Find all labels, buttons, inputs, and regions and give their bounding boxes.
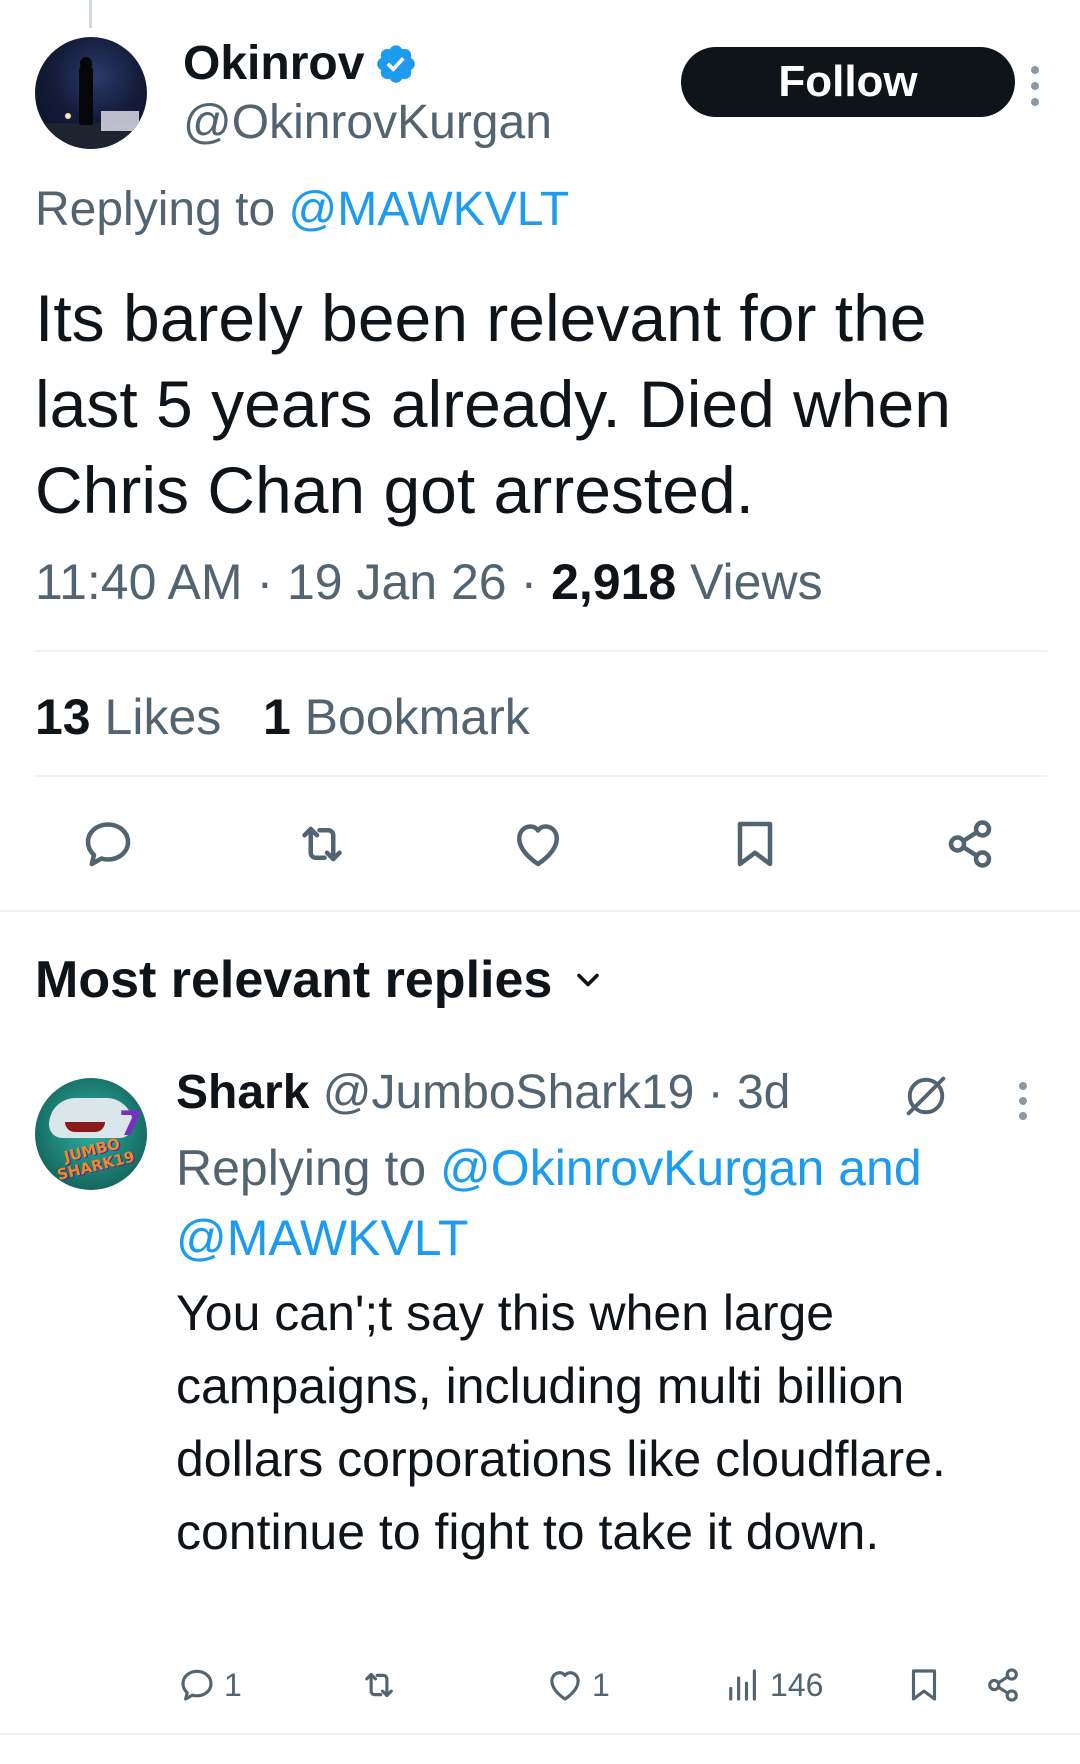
reply-views-button[interactable]: 146 xyxy=(722,1660,823,1710)
replies-title: Most relevant replies xyxy=(35,951,553,1009)
tweet-action-bar xyxy=(0,810,1080,882)
reply-text: You can';t say this when large campaigns… xyxy=(176,1285,946,1560)
divider xyxy=(35,775,1047,777)
divider xyxy=(0,910,1080,912)
heart-icon xyxy=(550,1671,580,1701)
reply-replying-to-line: Replying to @OkinrovKurgan and @MAWKVLT xyxy=(176,1133,1056,1273)
main-tweet-header: Okinrov @OkinrovKurgan Follow xyxy=(35,32,1045,162)
tweet-meta: 11:40 AM · 19 Jan 26 · 2,918 Views xyxy=(35,550,823,614)
replying-to-label: Replying to xyxy=(176,1140,441,1196)
more-vertical-icon[interactable] xyxy=(1020,56,1050,116)
meta-separator: · xyxy=(506,554,552,610)
reply-author-handle[interactable]: @JumboShark19 xyxy=(323,1066,695,1119)
more-vertical-icon[interactable] xyxy=(1008,1076,1038,1126)
reply-author-name[interactable]: Shark xyxy=(176,1066,309,1119)
grok-icon[interactable] xyxy=(900,1070,952,1122)
bookmark-icon[interactable] xyxy=(725,814,785,874)
views-count: 2,918 xyxy=(551,554,677,610)
bookmarks-label[interactable]: Bookmark xyxy=(305,689,530,745)
chevron-down-icon xyxy=(577,973,600,987)
divider xyxy=(0,1733,1080,1735)
avatar[interactable] xyxy=(35,37,147,149)
thread-connector-line xyxy=(89,0,92,28)
avatar-logo-text: JUMBO SHARK19 xyxy=(46,1132,141,1185)
views-label: Views xyxy=(690,554,823,610)
replies-sort-selector[interactable]: Most relevant replies xyxy=(35,945,606,1015)
author-display-name[interactable]: Okinrov xyxy=(183,36,364,92)
likes-count[interactable]: 13 xyxy=(35,689,91,745)
follow-button[interactable]: Follow xyxy=(681,47,1015,117)
repost-icon[interactable] xyxy=(292,814,352,874)
reply-repost-button[interactable] xyxy=(358,1660,400,1710)
meta-separator: · xyxy=(694,1066,737,1119)
replying-to-mention[interactable]: @MAWKVLT xyxy=(288,183,569,236)
divider xyxy=(35,650,1047,652)
reply-bookmark-button[interactable] xyxy=(903,1660,945,1710)
reply-share-button[interactable] xyxy=(982,1660,1024,1710)
reply-age[interactable]: 3d xyxy=(737,1066,790,1119)
reply-reply-button[interactable]: 1 xyxy=(176,1660,242,1710)
reply-bubble-icon xyxy=(181,1669,213,1701)
likes-label[interactable]: Likes xyxy=(105,689,222,745)
replying-to-line: Replying to @MAWKVLT xyxy=(35,180,569,240)
engagement-stats: 13 Likes 1 Bookmark xyxy=(35,685,530,749)
reply-header: Shark @JumboShark19 · 3d xyxy=(176,1062,790,1124)
views-bar-chart-icon xyxy=(729,1669,756,1701)
repost-icon xyxy=(365,1672,393,1698)
avatar[interactable]: 7 JUMBO SHARK19 xyxy=(35,1078,147,1190)
share-icon[interactable] xyxy=(940,814,1000,874)
meta-separator: · xyxy=(242,554,287,610)
reply-like-button[interactable]: 1 xyxy=(544,1660,610,1710)
share-icon xyxy=(988,1668,1018,1702)
replying-to-label: Replying to xyxy=(35,183,289,236)
author-name-row: Okinrov xyxy=(183,36,418,92)
replying-to-mention[interactable]: @OkinrovKurgan xyxy=(440,1140,824,1196)
replying-to-mention[interactable]: @MAWKVLT xyxy=(176,1210,468,1266)
bookmark-icon xyxy=(911,1669,937,1701)
author-handle[interactable]: @OkinrovKurgan xyxy=(183,95,552,151)
reply-action-bar: 1 1 146 xyxy=(0,1660,1080,1710)
reply-bubble-icon[interactable] xyxy=(78,814,138,874)
like-count: 1 xyxy=(592,1666,610,1703)
replying-to-and: and xyxy=(824,1140,922,1196)
reply-count: 1 xyxy=(224,1666,242,1703)
view-count: 146 xyxy=(770,1666,824,1703)
verified-badge-icon xyxy=(377,45,416,83)
tweet-text: Its barely been relevant for the last 5 … xyxy=(35,281,951,527)
bookmarks-count[interactable]: 1 xyxy=(263,689,291,745)
tweet-time[interactable]: 11:40 AM xyxy=(35,554,243,610)
heart-icon[interactable] xyxy=(508,814,568,874)
tweet-date[interactable]: 19 Jan 26 xyxy=(287,554,507,610)
